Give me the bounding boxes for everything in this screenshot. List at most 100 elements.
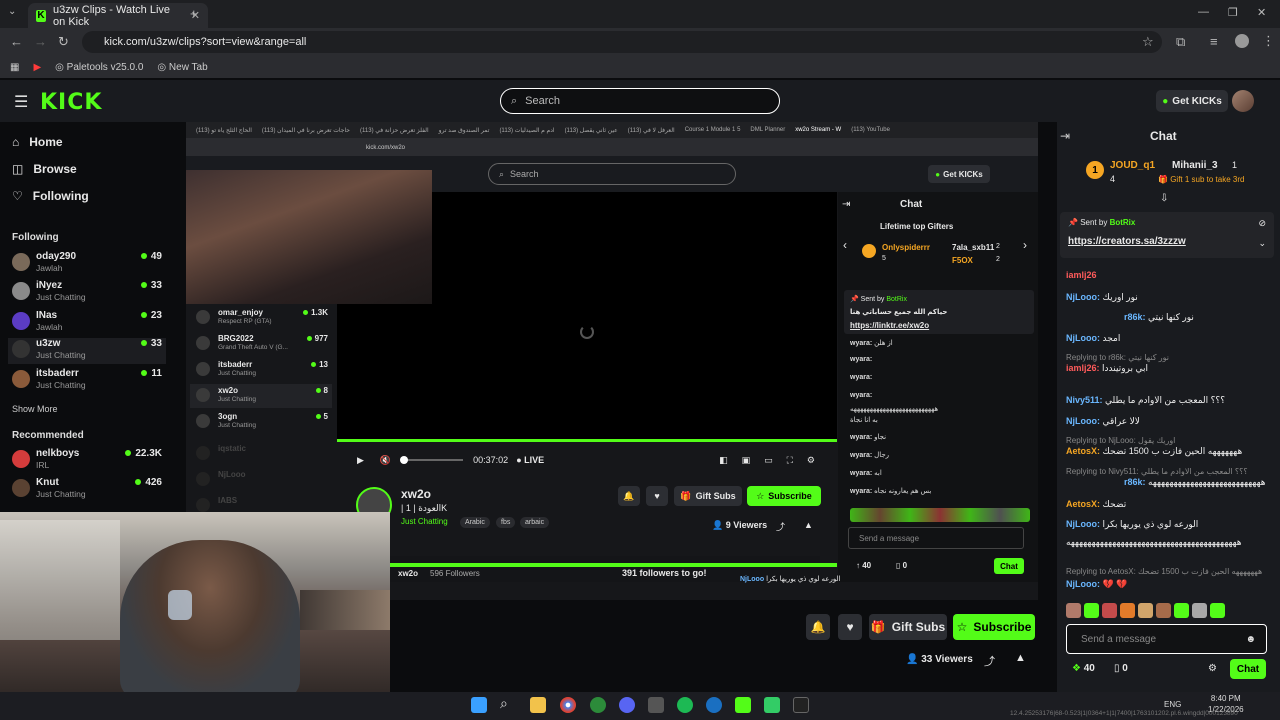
chat-message-input[interactable]: Send a message ☻ bbox=[1066, 624, 1267, 654]
file-explorer-icon[interactable] bbox=[530, 697, 546, 713]
emote-icon[interactable] bbox=[1210, 603, 1225, 618]
notification-bell-button[interactable]: 🔔 bbox=[806, 614, 830, 640]
youtube-icon[interactable]: ▶ bbox=[33, 62, 41, 73]
unpin-icon[interactable]: ⊘ bbox=[1258, 218, 1266, 229]
collapse-chat-icon[interactable]: ⇥ bbox=[1060, 129, 1070, 143]
chevron-down-icon[interactable]: ⌄ bbox=[1258, 238, 1266, 249]
close-window-icon[interactable]: ✕ bbox=[1257, 6, 1266, 19]
bookmark-star-icon[interactable]: ☆ bbox=[1142, 34, 1154, 50]
heart-icon: ♡ bbox=[12, 189, 23, 203]
share-icon[interactable]: ⤴ bbox=[984, 653, 995, 669]
following-channel-inyez[interactable]: iNyez Just Chatting 33 bbox=[12, 280, 162, 306]
report-icon[interactable]: ▲ bbox=[1015, 652, 1026, 664]
following-channel-oday290[interactable]: oday290 Jawlah 49 bbox=[12, 251, 162, 277]
user-avatar[interactable] bbox=[1232, 90, 1254, 112]
profile-icon[interactable] bbox=[1235, 34, 1249, 48]
nav-following[interactable]: ♡ Following bbox=[12, 189, 89, 203]
mute-icon: 🔇 bbox=[379, 454, 392, 465]
following-channel-u3zw[interactable]: u3zw Just Chatting 33 bbox=[8, 338, 166, 364]
chat-send-button[interactable]: Chat bbox=[1230, 659, 1266, 679]
call-of-duty-icon[interactable] bbox=[793, 697, 809, 713]
kick-logo[interactable]: KICK bbox=[40, 90, 102, 115]
maximize-icon[interactable]: ❐ bbox=[1228, 6, 1238, 19]
water-bottle bbox=[168, 590, 192, 620]
more-menu-icon[interactable]: ⋮ bbox=[1262, 33, 1275, 49]
heart-icon: ♥ bbox=[846, 620, 854, 634]
volume-slider bbox=[400, 456, 464, 464]
emote-icon[interactable] bbox=[1102, 603, 1117, 618]
shared-pinned-message: 📌 Sent by BotRix حياكم الله جميع حساباتي… bbox=[844, 290, 1034, 334]
minimize-icon[interactable]: — bbox=[1198, 6, 1209, 18]
recommended-section-title: Recommended bbox=[12, 430, 84, 441]
shared-player-controls: ▶ 🔇 00:37:02 ● LIVE ◧▣▭⛶⚙ bbox=[337, 448, 837, 472]
new-tab-icon[interactable]: + bbox=[190, 6, 198, 21]
pinned-link[interactable]: https://creators.sa/3zzzw bbox=[1068, 236, 1186, 247]
chrome-icon[interactable] bbox=[560, 697, 576, 713]
emote-icon[interactable] bbox=[1084, 603, 1099, 618]
get-kicks-button[interactable]: ● Get KICKs bbox=[1156, 90, 1228, 112]
shared-channel-list: omar_enjoy Respect RP (GTA) 1.3K BRG2022 Gr… bbox=[190, 306, 332, 516]
report-icon: ▲ bbox=[804, 520, 813, 530]
emote-icon[interactable] bbox=[1156, 603, 1171, 618]
recommended-channel-nelkboys[interactable]: nelkboys IRL 22.3K bbox=[12, 448, 162, 474]
emoji-icon[interactable]: ☻ bbox=[1245, 634, 1256, 645]
bookmark-new-tab[interactable]: ◎ New Tab bbox=[157, 62, 207, 73]
expand-gifters-icon[interactable]: ⇩ bbox=[1160, 193, 1168, 204]
tab-list-icon[interactable]: ⌄ bbox=[8, 6, 16, 17]
settings-gear-icon[interactable]: ⚙ bbox=[1208, 663, 1217, 674]
top-gifter-1[interactable]: JOUD_q1 bbox=[1110, 160, 1155, 171]
app-icon[interactable] bbox=[706, 697, 722, 713]
emote-icon[interactable] bbox=[1192, 603, 1207, 618]
forward-icon[interactable]: → bbox=[34, 34, 47, 49]
shared-chat-title: Chat bbox=[900, 199, 923, 210]
shared-get-kicks: ● Get KICKs bbox=[928, 165, 990, 183]
avatar bbox=[12, 282, 30, 300]
emote-icon[interactable] bbox=[1120, 603, 1135, 618]
following-channel-itsbaderr[interactable]: itsbaderr Just Chatting 11 bbox=[12, 368, 162, 394]
top-gifter-2[interactable]: Mihanii_3 bbox=[1172, 160, 1218, 171]
app-icon[interactable] bbox=[648, 697, 664, 713]
emote-bar bbox=[1066, 603, 1272, 619]
top-gifter-1-count: 4 bbox=[1110, 174, 1116, 184]
reload-icon[interactable]: ↻ bbox=[58, 34, 69, 50]
following-channel-inas[interactable]: INas Jawlah 23 bbox=[12, 310, 162, 336]
gift-subs-button[interactable]: 🎁 Gift Subs bbox=[869, 614, 947, 640]
subscribe-button[interactable]: ☆ Subscribe bbox=[953, 614, 1035, 640]
media-icon[interactable]: ≡ bbox=[1210, 34, 1218, 49]
chat-message: NjLooo: لالا عراقي bbox=[1066, 416, 1140, 426]
chat-message: iamlj26 bbox=[1066, 270, 1097, 280]
show-more-link[interactable]: Show More bbox=[12, 404, 58, 414]
shared-gift-subs: 🎁 Gift Subs bbox=[674, 486, 742, 506]
emote-icon[interactable] bbox=[1066, 603, 1081, 618]
points-count: ▯ 0 bbox=[1114, 663, 1128, 674]
app-icon[interactable] bbox=[764, 697, 780, 713]
bookmark-paletools[interactable]: ◎ Paletools v25.0.0 bbox=[55, 62, 143, 73]
windows-start-icon[interactable] bbox=[471, 697, 487, 713]
star-icon: ☆ bbox=[956, 620, 968, 634]
apps-icon[interactable]: ▦ bbox=[10, 62, 19, 73]
debug-watermark: 12.4.25253176|68-0.523|1|0364+1|1|7400|1… bbox=[1010, 710, 1238, 717]
discord-icon[interactable] bbox=[619, 697, 635, 713]
back-icon[interactable]: ← bbox=[10, 34, 23, 49]
nav-home[interactable]: ⌂ Home bbox=[12, 135, 63, 149]
xbox-icon[interactable] bbox=[590, 697, 606, 713]
url-field[interactable]: kick.com/u3zw/clips?sort=view&range=all bbox=[82, 31, 1162, 53]
spotify-icon[interactable] bbox=[677, 697, 693, 713]
emote-icon[interactable] bbox=[1138, 603, 1153, 618]
recommended-channel-knut[interactable]: Knut Just Chatting 426 bbox=[12, 477, 162, 503]
hamburger-menu-icon[interactable]: ☰ bbox=[14, 92, 28, 112]
chat-message: Nivy511: ؟؟؟ المعجب من الاوادم ما يطلي bbox=[1066, 395, 1225, 405]
emote-icon[interactable] bbox=[1174, 603, 1189, 618]
extensions-icon[interactable]: ⧉ bbox=[1176, 34, 1185, 50]
browser-tab[interactable]: K u3zw Clips - Watch Live on Kick ✕ bbox=[28, 3, 208, 28]
kicks-count: ❖ 40 bbox=[1072, 663, 1095, 674]
chat-message: Replying to Nivy511: ؟؟؟ المعجب من الاوا… bbox=[1066, 467, 1266, 487]
kick-app-icon[interactable] bbox=[735, 697, 751, 713]
follow-heart-button[interactable]: ♥ bbox=[838, 614, 862, 640]
search-input[interactable]: ⌕ Search bbox=[500, 88, 780, 114]
kick-coin-icon: ● bbox=[1162, 95, 1169, 107]
language-indicator[interactable]: ENG bbox=[1164, 700, 1181, 709]
search-icon[interactable]: ⌕ bbox=[500, 695, 516, 711]
chat-message: NjLooo: 💔 💔 bbox=[1066, 579, 1128, 589]
nav-browse[interactable]: ◫ Browse bbox=[12, 162, 77, 176]
